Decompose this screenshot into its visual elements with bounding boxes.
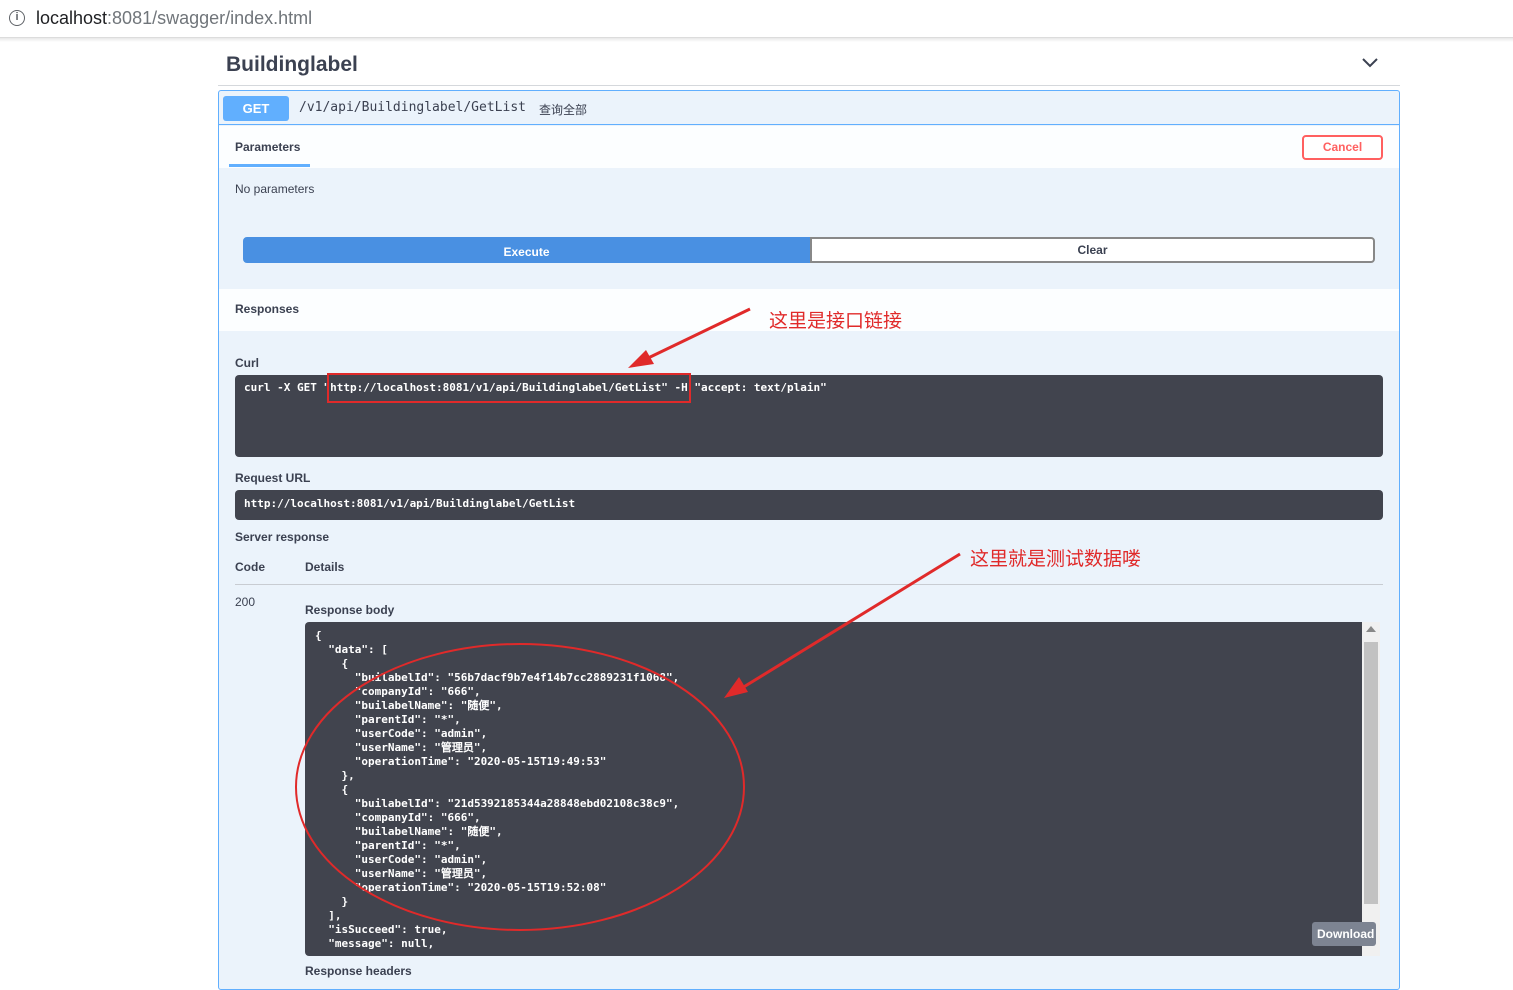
info-icon[interactable]: i bbox=[9, 10, 25, 26]
curl-command[interactable]: curl -X GET "http://localhost:8081/v1/ap… bbox=[235, 375, 1383, 457]
clear-button[interactable]: Clear bbox=[810, 237, 1375, 263]
code-column-header: Code bbox=[235, 560, 265, 574]
response-body[interactable]: { "data": [ { "builabelId": "56b7dacf9b7… bbox=[305, 622, 1369, 956]
execute-button[interactable]: Execute bbox=[243, 237, 810, 263]
chevron-down-icon[interactable] bbox=[1360, 52, 1380, 72]
operation-summary[interactable]: GET /v1/api/Buildinglabel/GetList 查询全部 bbox=[219, 91, 1399, 125]
annotation-data-note: 这里就是测试数据喽 bbox=[970, 548, 1142, 570]
scroll-up-arrow-icon[interactable] bbox=[1366, 626, 1376, 632]
no-parameters-text: No parameters bbox=[235, 182, 315, 196]
table-divider bbox=[235, 584, 1383, 585]
cancel-button[interactable]: Cancel bbox=[1302, 135, 1383, 160]
annotation-link-note: 这里是接口链接 bbox=[769, 310, 903, 332]
tab-active-indicator bbox=[229, 164, 310, 167]
operation-block: GET /v1/api/Buildinglabel/GetList 查询全部 P… bbox=[218, 90, 1400, 990]
request-url-label: Request URL bbox=[235, 471, 311, 485]
operation-path: /v1/api/Buildinglabel/GetList bbox=[299, 100, 526, 115]
download-button[interactable]: Download bbox=[1312, 922, 1376, 946]
toolbar-shadow bbox=[0, 38, 1513, 42]
method-badge: GET bbox=[223, 96, 289, 121]
tag-title: Buildinglabel bbox=[226, 53, 358, 76]
response-body-scrollbar[interactable] bbox=[1362, 622, 1380, 956]
operation-description: 查询全部 bbox=[539, 103, 588, 117]
response-body-label: Response body bbox=[305, 603, 395, 617]
execute-wrapper: Execute Clear bbox=[243, 237, 1375, 263]
response-code: 200 bbox=[235, 595, 256, 609]
details-column-header: Details bbox=[305, 560, 345, 574]
address-url[interactable]: localhost:8081/swagger/index.html bbox=[36, 8, 312, 29]
responses-title: Responses bbox=[235, 302, 300, 316]
url-path: :8081/swagger/index.html bbox=[107, 8, 313, 28]
tag-section-header[interactable]: Buildinglabel bbox=[218, 50, 1400, 86]
response-headers-label: Response headers bbox=[305, 964, 412, 978]
request-url[interactable]: http://localhost:8081/v1/api/Buildinglab… bbox=[235, 490, 1383, 520]
url-host: localhost bbox=[36, 8, 108, 28]
parameters-header: Parameters Cancel bbox=[219, 126, 1399, 168]
tab-parameters[interactable]: Parameters bbox=[235, 140, 300, 154]
curl-label: Curl bbox=[235, 356, 259, 370]
scroll-thumb[interactable] bbox=[1364, 642, 1378, 904]
browser-address-bar[interactable]: i localhost:8081/swagger/index.html bbox=[0, 0, 1513, 38]
server-response-label: Server response bbox=[235, 530, 330, 544]
